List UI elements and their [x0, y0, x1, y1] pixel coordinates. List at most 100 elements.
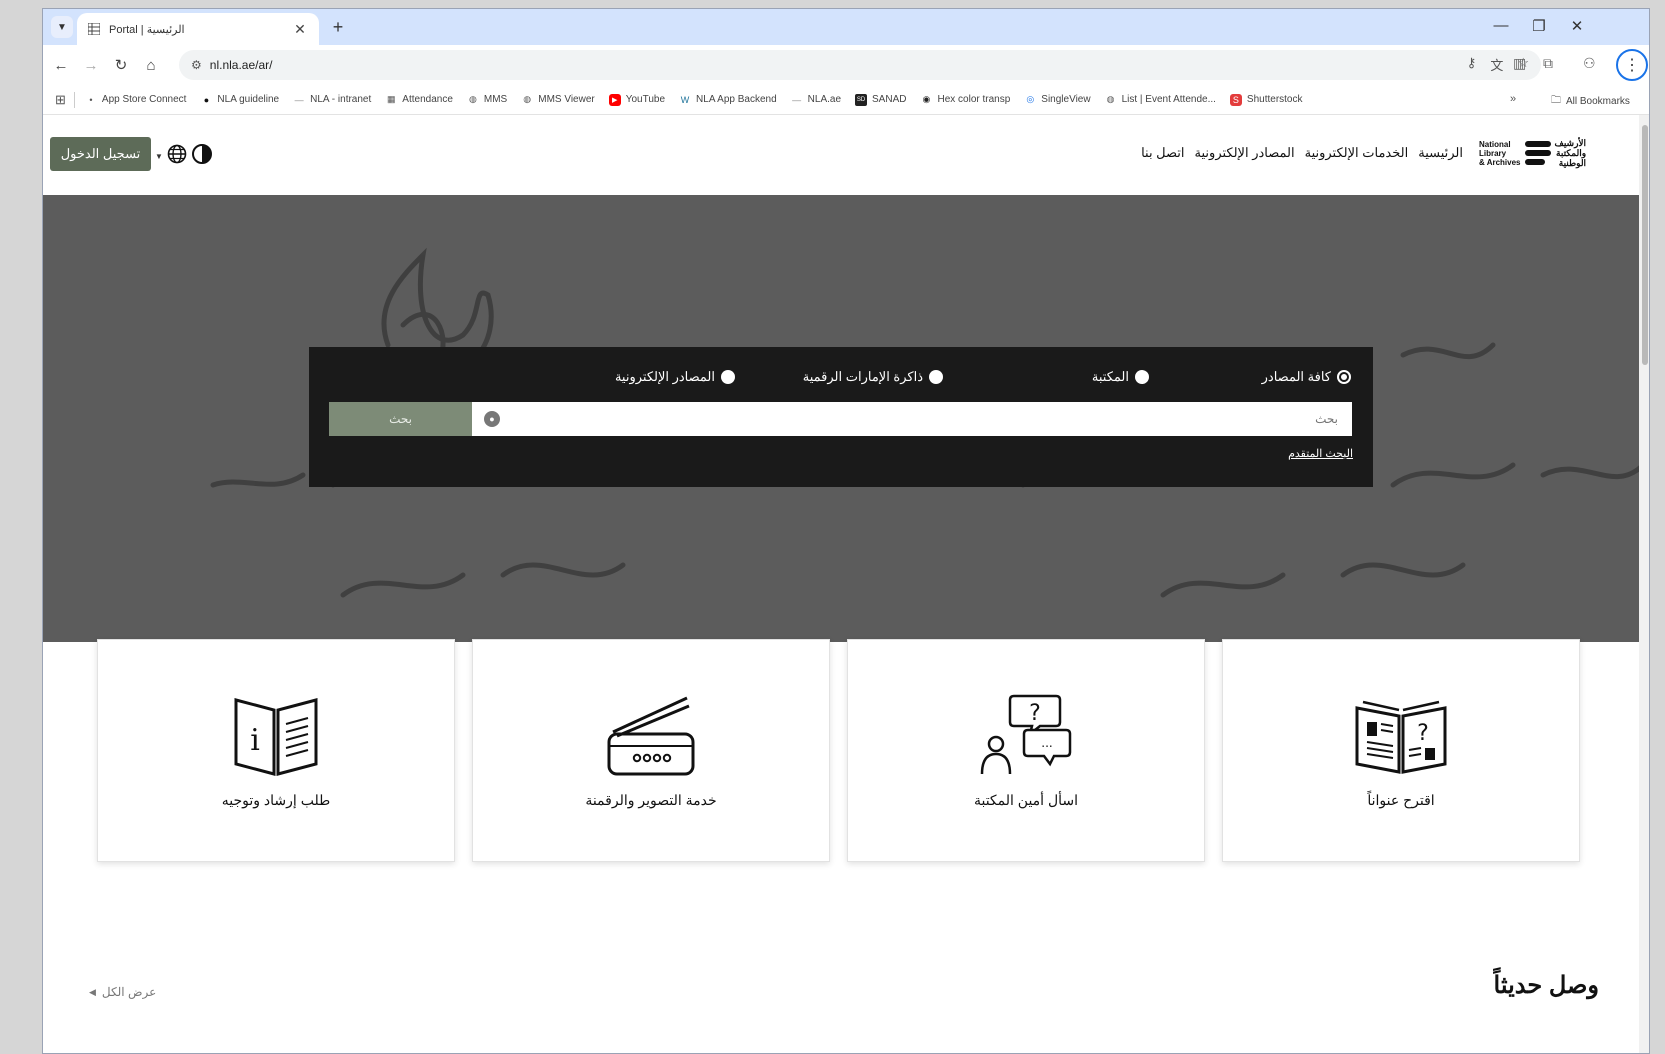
nav-contact[interactable]: اتصل بنا [1141, 145, 1184, 161]
bookmark-item[interactable]: ◍ MMS [467, 94, 507, 106]
bookmark-item[interactable]: SD SANAD [855, 93, 907, 106]
bookmarks-divider [73, 91, 75, 108]
ask-librarian-icon: ? ... [980, 694, 1072, 775]
bookmark-item[interactable]: ◎ SingleView [1024, 94, 1090, 106]
bookmark-item[interactable]: ◍ MMS Viewer [521, 94, 594, 106]
bookmark-item[interactable]: • App Store Connect [85, 94, 187, 106]
service-card-ask-librarian-label: اسأل أمين المكتبة [973, 792, 1079, 808]
minimize-button[interactable]: — [1491, 17, 1511, 34]
bookmark-item[interactable]: ● NLA guideline [200, 94, 279, 106]
dash-icon: — [792, 94, 802, 105]
grid-icon: ▦ [387, 94, 396, 104]
radio-library[interactable]: المكتبة [1092, 369, 1149, 385]
scanner-icon [607, 696, 695, 776]
radio-library-label: المكتبة [1091, 369, 1129, 384]
bookmark-item[interactable]: — NLA - intranet [293, 94, 372, 106]
service-card-suggest-title[interactable]: ? اقترح عنواناً [1222, 639, 1580, 862]
bookmark-item[interactable]: ◉ Hex color transp [920, 94, 1011, 106]
service-card-digitization-label: خدمة التصوير والرقمنة [585, 792, 717, 808]
url-text[interactable]: nl.nla.ae/ar/ [210, 58, 273, 72]
bookmark-label: YouTube [625, 94, 666, 105]
site-info-icon[interactable]: ⚙ [191, 58, 202, 72]
bookmarks-overflow-icon[interactable]: » [1510, 93, 1516, 105]
bookmarks-list: • App Store Connect ● NLA guideline — NLA - i… [85, 93, 1317, 106]
services-cards: i طلب إرشاد وتوجيه خدمة التصوير والرقمنة… [97, 639, 1585, 862]
bookmark-item[interactable]: W NLA App Backend [679, 94, 777, 106]
view-all-link[interactable]: ◀ عرض الكل [89, 985, 156, 999]
translate-icon[interactable]: 文 [1490, 55, 1503, 74]
bookmark-item[interactable]: S Shutterstock [1229, 93, 1303, 106]
all-bookmarks-label: All Bookmarks [1566, 96, 1630, 107]
window-close-button[interactable]: ✕ [1567, 17, 1587, 35]
globe-language-icon[interactable] [167, 144, 187, 169]
service-card-guidance-label: طلب إرشاد وتوجيه [221, 792, 331, 808]
all-bookmarks-button[interactable]: 🗀 All Bookmarks [1551, 93, 1630, 110]
radio-all-sources-label: كافة المصادر [1261, 369, 1331, 384]
sd-icon: SD [855, 93, 868, 106]
bookmark-item[interactable]: — NLA.ae [791, 94, 841, 106]
nav-eresources[interactable]: المصادر الإلكترونية [1195, 145, 1295, 161]
tab-search-dropdown-icon[interactable]: ▼ [51, 16, 73, 38]
tab-title: Portal | الرئيسية [109, 23, 185, 36]
site-header: National Library & Archives الأرشيف والم… [43, 115, 1639, 195]
radio-unselected-icon [929, 370, 943, 384]
bookmark-label: SANAD [872, 94, 907, 105]
radio-eresources[interactable]: المصادر الإلكترونية [615, 369, 735, 385]
apple-icon: • [89, 94, 93, 105]
bookmark-item[interactable]: ▶ YouTube [608, 93, 666, 106]
globe-icon: ◍ [1106, 94, 1115, 104]
bookmark-label: NLA.ae [807, 94, 842, 105]
nla-logo[interactable]: National Library & Archives الأرشيف والم… [1479, 133, 1595, 173]
circle-icon: ● [203, 94, 210, 105]
bookmark-label: MMS [483, 94, 508, 105]
radio-all-sources[interactable]: كافة المصادر [1262, 369, 1351, 385]
search-input[interactable] [472, 402, 1352, 436]
service-card-ask-librarian[interactable]: ? ... اسأل أمين المكتبة [847, 639, 1205, 862]
maximize-button[interactable]: ❐ [1529, 17, 1549, 35]
globe-icon: ◍ [523, 94, 532, 104]
bookmark-label: NLA - intranet [310, 94, 372, 105]
logo-bars-mark [1524, 141, 1551, 165]
nav-eservices[interactable]: الخدمات الإلكترونية [1305, 145, 1409, 161]
search-button[interactable]: بحث [329, 402, 472, 436]
search-panel: كافة المصادر المكتبة ذاكرة الإمارات الرق… [309, 347, 1373, 487]
scrollbar-thumb[interactable] [1642, 125, 1648, 365]
folder-icon: 🗀 [1551, 95, 1561, 106]
page-scrollbar[interactable] [1639, 115, 1649, 1053]
extensions-icon[interactable]: ⧉ [1543, 55, 1553, 72]
service-card-guidance[interactable]: i طلب إرشاد وتوجيه [97, 639, 455, 862]
caret-left-icon: ◀ [89, 986, 96, 997]
view-all-label: عرض الكل [101, 985, 157, 999]
service-card-digitization[interactable]: خدمة التصوير والرقمنة [472, 639, 830, 862]
login-button[interactable]: تسجيل الدخول [50, 137, 151, 171]
password-key-icon[interactable]: ⚷ [1467, 55, 1477, 74]
bookmark-item[interactable]: ▦ Attendance [385, 94, 453, 106]
reading-list-icon[interactable]: ▥ [1513, 55, 1526, 72]
book-question-icon: ? [1355, 700, 1447, 774]
browser-menu-icon[interactable]: ⋮ [1616, 49, 1648, 81]
reload-icon[interactable]: ↻ [111, 55, 131, 75]
search-scope-options: كافة المصادر المكتبة ذاكرة الإمارات الرق… [309, 369, 1373, 389]
back-arrow-icon[interactable]: ← [51, 55, 71, 75]
bookmark-label: App Store Connect [101, 94, 187, 105]
header-tools: ▼ [155, 143, 213, 170]
bookmark-label: NLA App Backend [696, 94, 777, 105]
radio-uae-digital-memory[interactable]: ذاكرة الإمارات الرقمية [803, 369, 943, 385]
forward-arrow-icon[interactable]: → [81, 55, 101, 75]
active-tab[interactable]: Portal | الرئيسية ✕ [77, 13, 319, 45]
bookmark-item[interactable]: ◍ List | Event Attende... [1105, 94, 1216, 106]
address-bar[interactable]: ⚙ nl.nla.ae/ar/ ⚷ 文 ☆ [179, 50, 1541, 80]
apps-grid-icon[interactable]: ⊞ [55, 92, 66, 108]
voice-search-icon[interactable]: ● [484, 411, 500, 427]
svg-text:?: ? [1417, 721, 1429, 746]
bookmark-label: NLA guideline [217, 94, 280, 105]
profile-icon[interactable]: ⚇ [1583, 55, 1596, 72]
radio-uae-digital-memory-label: ذاكرة الإمارات الرقمية [802, 369, 923, 384]
language-caret-icon[interactable]: ▼ [155, 152, 163, 161]
tab-close-icon[interactable]: ✕ [291, 21, 309, 38]
home-icon[interactable]: ⌂ [141, 55, 161, 75]
contrast-toggle-icon[interactable] [191, 143, 213, 170]
advanced-search-link[interactable]: البحث المتقدم [1288, 447, 1353, 460]
new-tab-button[interactable]: + [327, 16, 349, 38]
nav-home[interactable]: الرئيسية [1418, 145, 1463, 161]
